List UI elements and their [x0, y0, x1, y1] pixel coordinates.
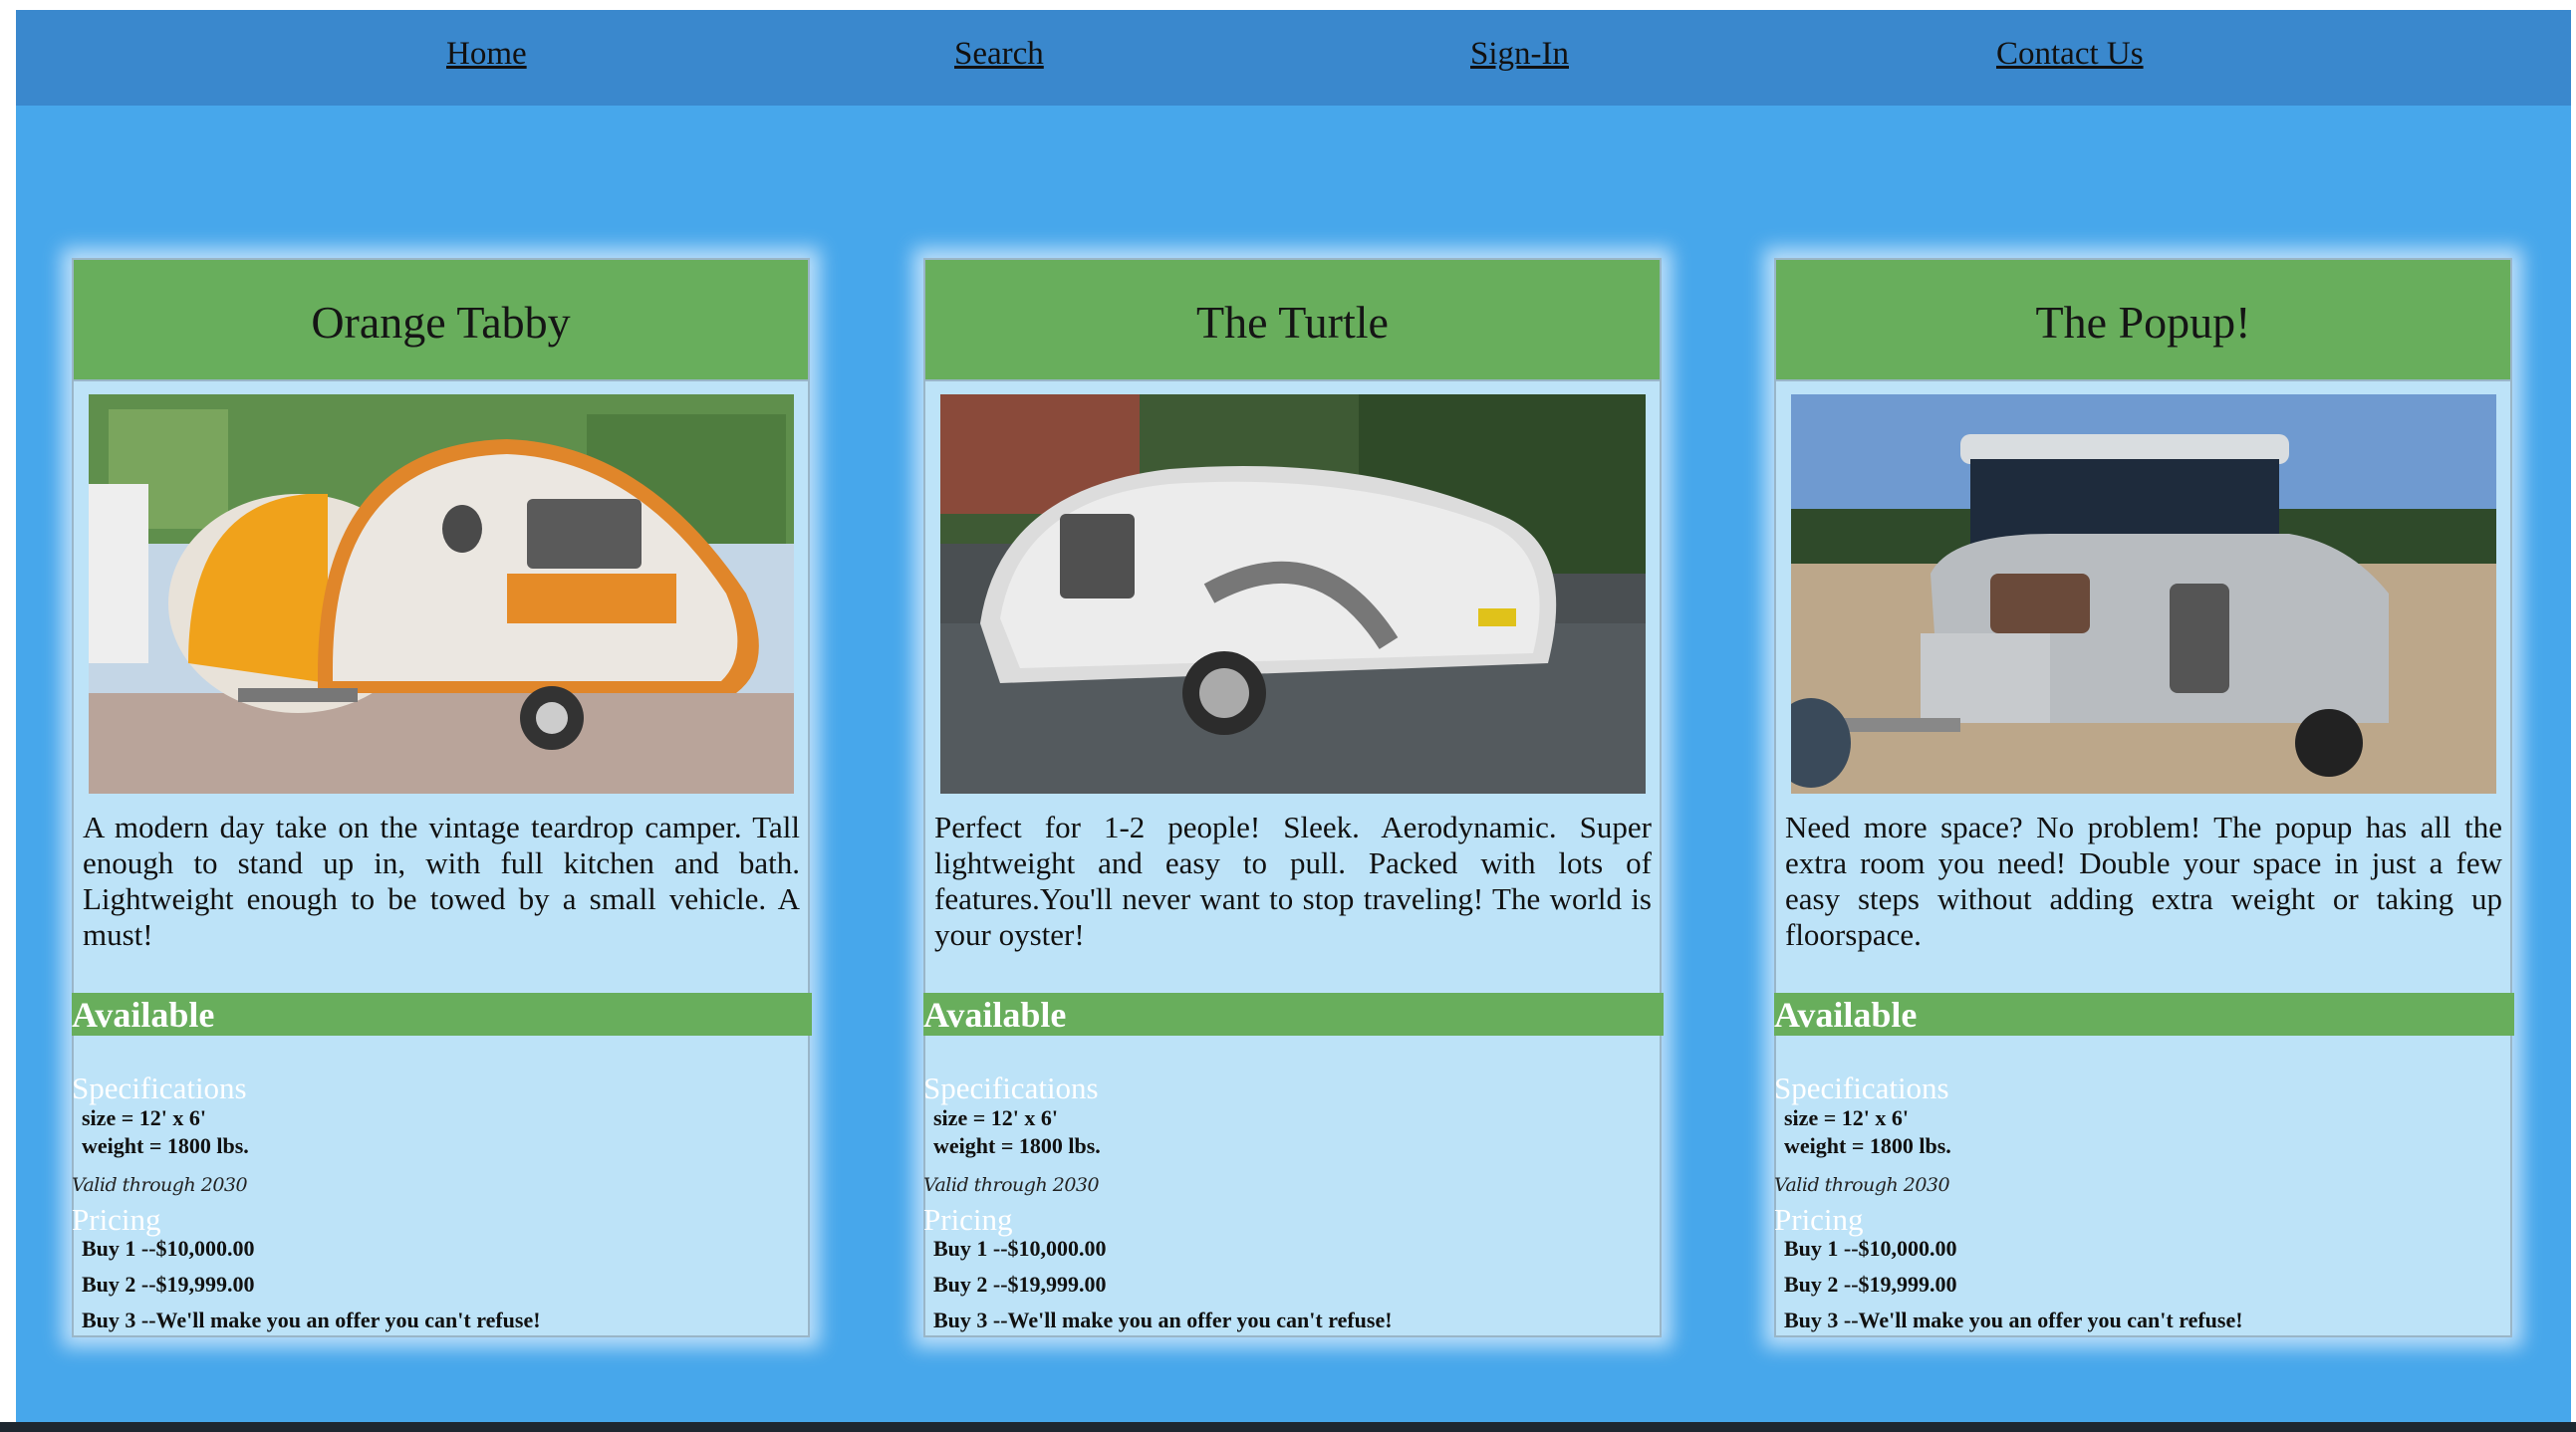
spec-size: size = 12' x 6'	[82, 1105, 206, 1130]
nav-link-search[interactable]: Search	[954, 36, 1044, 73]
availability-label: Available	[1774, 995, 1918, 1035]
specifications-heading: Specifications	[1774, 1071, 1949, 1105]
price-buy-3: Buy 3 --We'll make you an offer you can'…	[933, 1308, 1393, 1332]
camper-photo-the-popup	[1791, 394, 2496, 794]
spec-size: size = 12' x 6'	[933, 1105, 1058, 1130]
card-header: The Turtle	[925, 260, 1660, 381]
spec-weight: weight = 1800 lbs.	[82, 1133, 249, 1158]
card-title: Orange Tabby	[311, 296, 571, 348]
price-buy-2: Buy 2 --$19,999.00	[82, 1272, 255, 1297]
product-card-the-popup: The Popup! Need more space? No problem! …	[1774, 258, 2514, 1337]
price-buy-1: Buy 1 --$10,000.00	[82, 1236, 255, 1261]
nav-link-contact-us[interactable]: Contact Us	[1996, 36, 2144, 73]
spec-size: size = 12' x 6'	[1784, 1105, 1909, 1130]
card-description: A modern day take on the vintage teardro…	[83, 810, 800, 952]
bottom-window-strip	[0, 1422, 2576, 1432]
availability-label: Available	[72, 995, 215, 1035]
page: Home Search Sign-In Contact Us Orange Ta…	[16, 10, 2571, 1422]
valid-through-note: Valid through 2030	[72, 1174, 248, 1196]
spec-weight: weight = 1800 lbs.	[1784, 1133, 1951, 1158]
spec-weight: weight = 1800 lbs.	[933, 1133, 1101, 1158]
valid-through-note: Valid through 2030	[923, 1174, 1100, 1196]
card-description: Need more space? No problem! The popup h…	[1785, 810, 2502, 952]
pricing-heading: Pricing	[923, 1202, 1013, 1237]
camper-photo-orange-tabby	[89, 394, 794, 794]
card-description: Perfect for 1-2 people! Sleek. Aerodynam…	[934, 810, 1652, 952]
availability-bar: Available	[72, 993, 812, 1036]
specifications-heading: Specifications	[923, 1071, 1099, 1105]
availability-bar: Available	[1774, 993, 2514, 1036]
product-card-orange-tabby: Orange Tabby A modern day take on the vi…	[72, 258, 812, 1337]
card-header: Orange Tabby	[74, 260, 808, 381]
price-buy-3: Buy 3 --We'll make you an offer you can'…	[82, 1308, 541, 1332]
card-title: The Turtle	[1196, 296, 1389, 348]
price-buy-2: Buy 2 --$19,999.00	[933, 1272, 1107, 1297]
availability-bar: Available	[923, 993, 1664, 1036]
camper-photo-the-turtle	[940, 394, 1646, 794]
product-card-the-turtle: The Turtle Perfect for 1-2 people! Sleek…	[923, 258, 1664, 1337]
navbar: Home Search Sign-In Contact Us	[16, 10, 2571, 106]
specifications-heading: Specifications	[72, 1071, 247, 1105]
price-buy-3: Buy 3 --We'll make you an offer you can'…	[1784, 1308, 2243, 1332]
pricing-heading: Pricing	[1774, 1202, 1864, 1237]
card-header: The Popup!	[1776, 260, 2510, 381]
availability-label: Available	[923, 995, 1067, 1035]
price-buy-1: Buy 1 --$10,000.00	[1784, 1236, 1957, 1261]
nav-link-home[interactable]: Home	[446, 36, 527, 73]
pricing-heading: Pricing	[72, 1202, 161, 1237]
card-title: The Popup!	[2035, 296, 2251, 348]
valid-through-note: Valid through 2030	[1774, 1174, 1950, 1196]
nav-link-sign-in[interactable]: Sign-In	[1470, 36, 1569, 73]
price-buy-1: Buy 1 --$10,000.00	[933, 1236, 1107, 1261]
price-buy-2: Buy 2 --$19,999.00	[1784, 1272, 1957, 1297]
